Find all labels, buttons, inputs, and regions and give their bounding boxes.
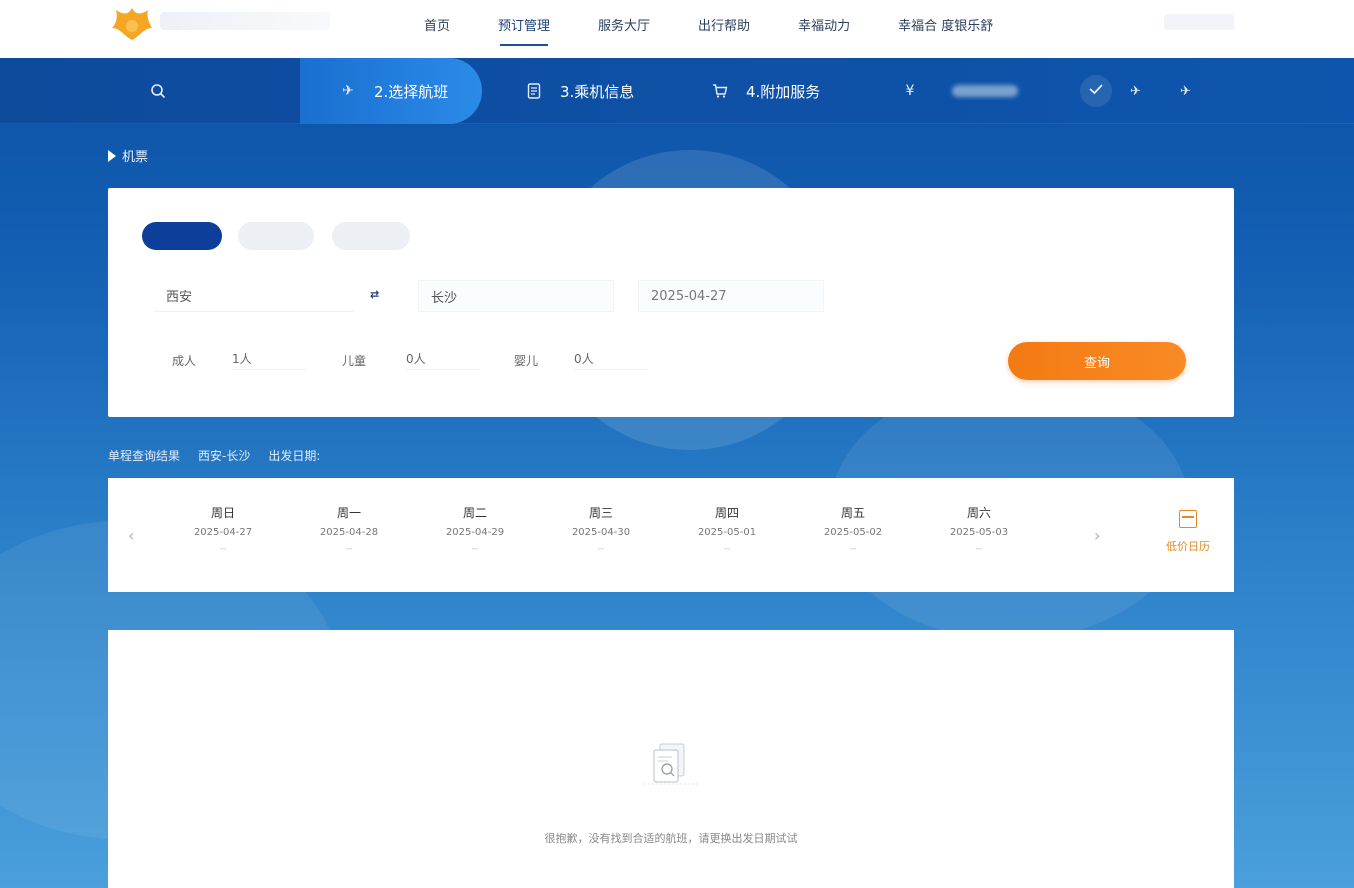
nav-home[interactable]: 首页 [400, 0, 474, 48]
step-extra-services[interactable]: 4.附加服务 [710, 58, 820, 124]
step-payment-label [952, 85, 1018, 97]
adult-passengers: 成人 1人 [172, 350, 307, 370]
check-icon [1088, 81, 1104, 101]
date-option[interactable]: 周五 2025-05-02 -- [798, 504, 908, 554]
step-complete[interactable] [1080, 75, 1112, 107]
date-price: -- [471, 544, 479, 554]
date-price: -- [975, 544, 983, 554]
date-price: -- [345, 544, 353, 554]
tab-round-trip[interactable] [238, 222, 314, 250]
nav-service-hall[interactable]: 服务大厅 [574, 0, 674, 48]
date-price: -- [219, 544, 227, 554]
breadcrumb: 机票 [108, 146, 148, 165]
date-weekday: 周四 [714, 506, 739, 520]
date-price: -- [849, 544, 857, 554]
date-selector: ‹ 周日 2025-04-27 -- 周一 2025-04-28 -- 周二 2… [108, 478, 1234, 592]
calendar-icon [1179, 510, 1197, 528]
infant-count-select[interactable]: 0人 [574, 350, 649, 370]
step-select-flight[interactable]: ✈ 2.选择航班 [300, 58, 482, 124]
date-weekday: 周二 [462, 506, 487, 520]
date-option[interactable]: 周二 2025-04-29 -- [420, 504, 530, 554]
date-weekday: 周日 [210, 506, 235, 520]
document-icon [524, 81, 544, 101]
step-select-flight-label: 2.选择航班 [374, 82, 449, 101]
result-date-label: 出发日期: [268, 449, 321, 463]
calendar-label: 低价日历 [1166, 540, 1210, 553]
cart-icon [710, 81, 730, 101]
step-payment[interactable]: ¥ [900, 58, 1018, 124]
adult-count-select[interactable]: 1人 [232, 350, 307, 370]
main-menu: 首页 预订管理 服务大厅 出行帮助 幸福动力 幸福合 度银乐舒 [400, 0, 1017, 58]
adult-label: 成人 [172, 353, 197, 368]
date-price: -- [723, 544, 731, 554]
airline-name [160, 12, 330, 30]
low-price-calendar-button[interactable]: 低价日历 [1158, 510, 1218, 554]
step-passenger-info[interactable]: 3.乘机信息 [524, 58, 634, 124]
plane-icon: ✈ [342, 83, 354, 99]
step-extra-services-label: 4.附加服务 [746, 82, 821, 101]
date-value: 2025-04-29 [445, 527, 505, 538]
step-extra-1[interactable]: ✈ [1130, 58, 1141, 124]
search-button[interactable]: 查询 [1008, 342, 1186, 380]
flight-results-panel: 很抱歉，没有找到合适的航班，请更换出发日期试试 [108, 630, 1234, 888]
infant-label: 婴儿 [514, 353, 539, 368]
swap-cities-icon[interactable]: ⇄ [370, 288, 379, 301]
nav-travel-help[interactable]: 出行帮助 [674, 0, 774, 48]
search-icon [148, 81, 168, 101]
date-option[interactable]: 周三 2025-04-30 -- [546, 504, 656, 554]
date-value: 2025-05-01 [697, 527, 757, 538]
flight-search-card: 西安 ⇄ 长沙 2025-04-27 成人 1人 儿童 0人 婴儿 0人 查询 [108, 188, 1234, 417]
infant-passengers: 婴儿 0人 [514, 350, 649, 370]
nav-happiness-power[interactable]: 幸福动力 [774, 0, 874, 48]
tab-multi-city[interactable] [332, 222, 410, 250]
breadcrumb-label[interactable]: 机票 [122, 146, 148, 165]
booking-steps-bar: ✈ 2.选择航班 3.乘机信息 4.附加服务 ¥ ✈ ✈ [0, 58, 1354, 124]
search-result-summary: 单程查询结果 西安-长沙 出发日期: [108, 447, 338, 464]
date-weekday: 周六 [966, 506, 991, 520]
step-extra-2[interactable]: ✈ [1180, 58, 1191, 124]
date-value: 2025-04-27 [193, 527, 253, 538]
date-value: 2025-04-30 [571, 527, 631, 538]
nav-membership[interactable]: 幸福合 度银乐舒 [874, 0, 1017, 48]
empty-results-icon [644, 743, 700, 785]
step-search[interactable] [148, 58, 184, 124]
date-option[interactable]: 周四 2025-05-01 -- [672, 504, 782, 554]
child-label: 儿童 [342, 353, 367, 368]
child-count-select[interactable]: 0人 [406, 350, 481, 370]
caret-right-icon [108, 149, 116, 162]
empty-results-message: 很抱歉，没有找到合适的航班，请更换出发日期试试 [544, 832, 798, 845]
date-option[interactable]: 周一 2025-04-28 -- [294, 504, 404, 554]
result-route: 西安-长沙 [198, 449, 251, 463]
tab-one-way[interactable] [142, 222, 222, 250]
result-title: 单程查询结果 [108, 449, 181, 463]
plane-small-icon: ✈ [1180, 83, 1191, 99]
date-price: -- [597, 544, 605, 554]
departure-city-input[interactable]: 西安 [154, 280, 354, 312]
date-weekday: 周三 [588, 506, 613, 520]
date-weekday: 周五 [840, 506, 865, 520]
plane-small-icon: ✈ [1130, 83, 1141, 99]
top-navigation: 首页 预订管理 服务大厅 出行帮助 幸福动力 幸福合 度银乐舒 [0, 0, 1354, 58]
step-passenger-info-label: 3.乘机信息 [560, 82, 635, 101]
previous-dates-button[interactable]: ‹ [128, 526, 134, 545]
date-value: 2025-05-02 [823, 527, 883, 538]
airline-logo[interactable] [110, 6, 154, 42]
arrival-city-input[interactable]: 长沙 [418, 280, 614, 312]
date-option[interactable]: 周六 2025-05-03 -- [924, 504, 1034, 554]
date-value: 2025-05-03 [949, 527, 1009, 538]
next-dates-button[interactable]: › [1094, 526, 1100, 545]
yen-icon: ¥ [905, 83, 915, 99]
user-area[interactable] [1164, 14, 1234, 30]
departure-date-input[interactable]: 2025-04-27 [638, 280, 824, 312]
date-weekday: 周一 [336, 506, 361, 520]
date-option[interactable]: 周日 2025-04-27 -- [168, 504, 278, 554]
child-passengers: 儿童 0人 [342, 350, 481, 370]
nav-booking-management[interactable]: 预订管理 [474, 0, 574, 48]
date-value: 2025-04-28 [319, 527, 379, 538]
